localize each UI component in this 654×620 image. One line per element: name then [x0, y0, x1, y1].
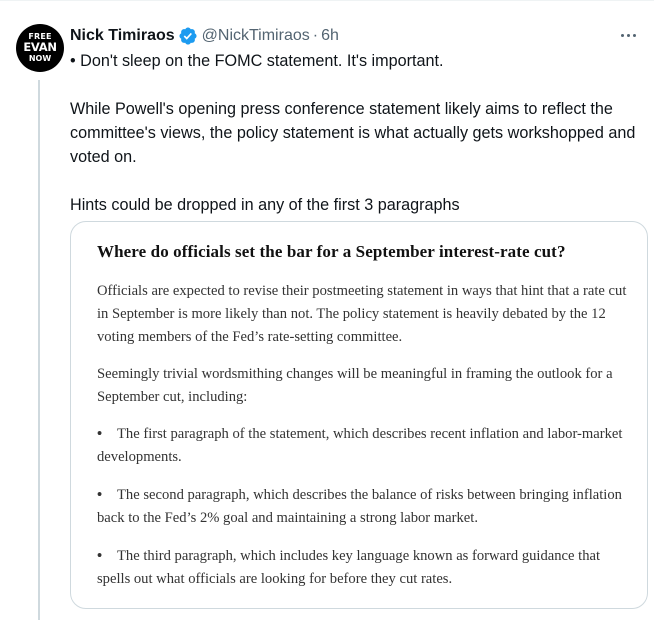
separator-dot: · [312, 27, 319, 44]
tweet-text: • Don't sleep on the FOMC statement. It'… [70, 49, 638, 217]
attached-image-card[interactable]: Where do officials set the bar for a Sep… [70, 221, 648, 609]
bullet-text: The first paragraph of the statement, wh… [97, 426, 623, 465]
article-bullet: • The second paragraph, which describes t… [97, 484, 632, 530]
bullet-marker: • [97, 426, 103, 442]
article-heading: Where do officials set the bar for a Sep… [97, 242, 566, 261]
article-paragraph: Seemingly trivial wordsmithing changes w… [97, 366, 613, 405]
more-options-icon[interactable] [618, 26, 638, 44]
timestamp[interactable]: 6h [321, 27, 339, 45]
tweet-paragraph: While Powell's opening press conference … [70, 100, 636, 166]
verified-badge-icon [178, 26, 198, 46]
author-handle[interactable]: @NickTimiraos [202, 27, 310, 45]
author-name[interactable]: Nick Timiraos [70, 27, 175, 45]
article-paragraph: Officials are expected to revise their p… [97, 283, 627, 345]
avatar-text-line-3: NOW [28, 53, 52, 63]
tweet-paragraph: Hints could be dropped in any of the fir… [70, 196, 460, 214]
avatar-text-line-2: EVAN [23, 40, 57, 55]
bullet-marker: • [97, 548, 103, 564]
tweet-paragraph: • Don't sleep on the FOMC statement. It'… [70, 52, 444, 70]
avatar[interactable]: FREE EVAN NOW [16, 24, 64, 72]
bullet-text: The second paragraph, which describes th… [97, 487, 622, 526]
article-bullet: • The third paragraph, which includes key… [97, 545, 632, 591]
bullet-marker: • [97, 487, 103, 503]
top-divider [0, 0, 654, 1]
bullet-text: The third paragraph, which includes key … [97, 548, 601, 587]
thread-connector-line [38, 80, 40, 620]
tweet-header: Nick Timiraos @NickTimiraos · 6h [70, 25, 339, 47]
article-excerpt: Where do officials set the bar for a Sep… [97, 242, 632, 606]
article-bullet: • The first paragraph of the statement, w… [97, 423, 632, 469]
